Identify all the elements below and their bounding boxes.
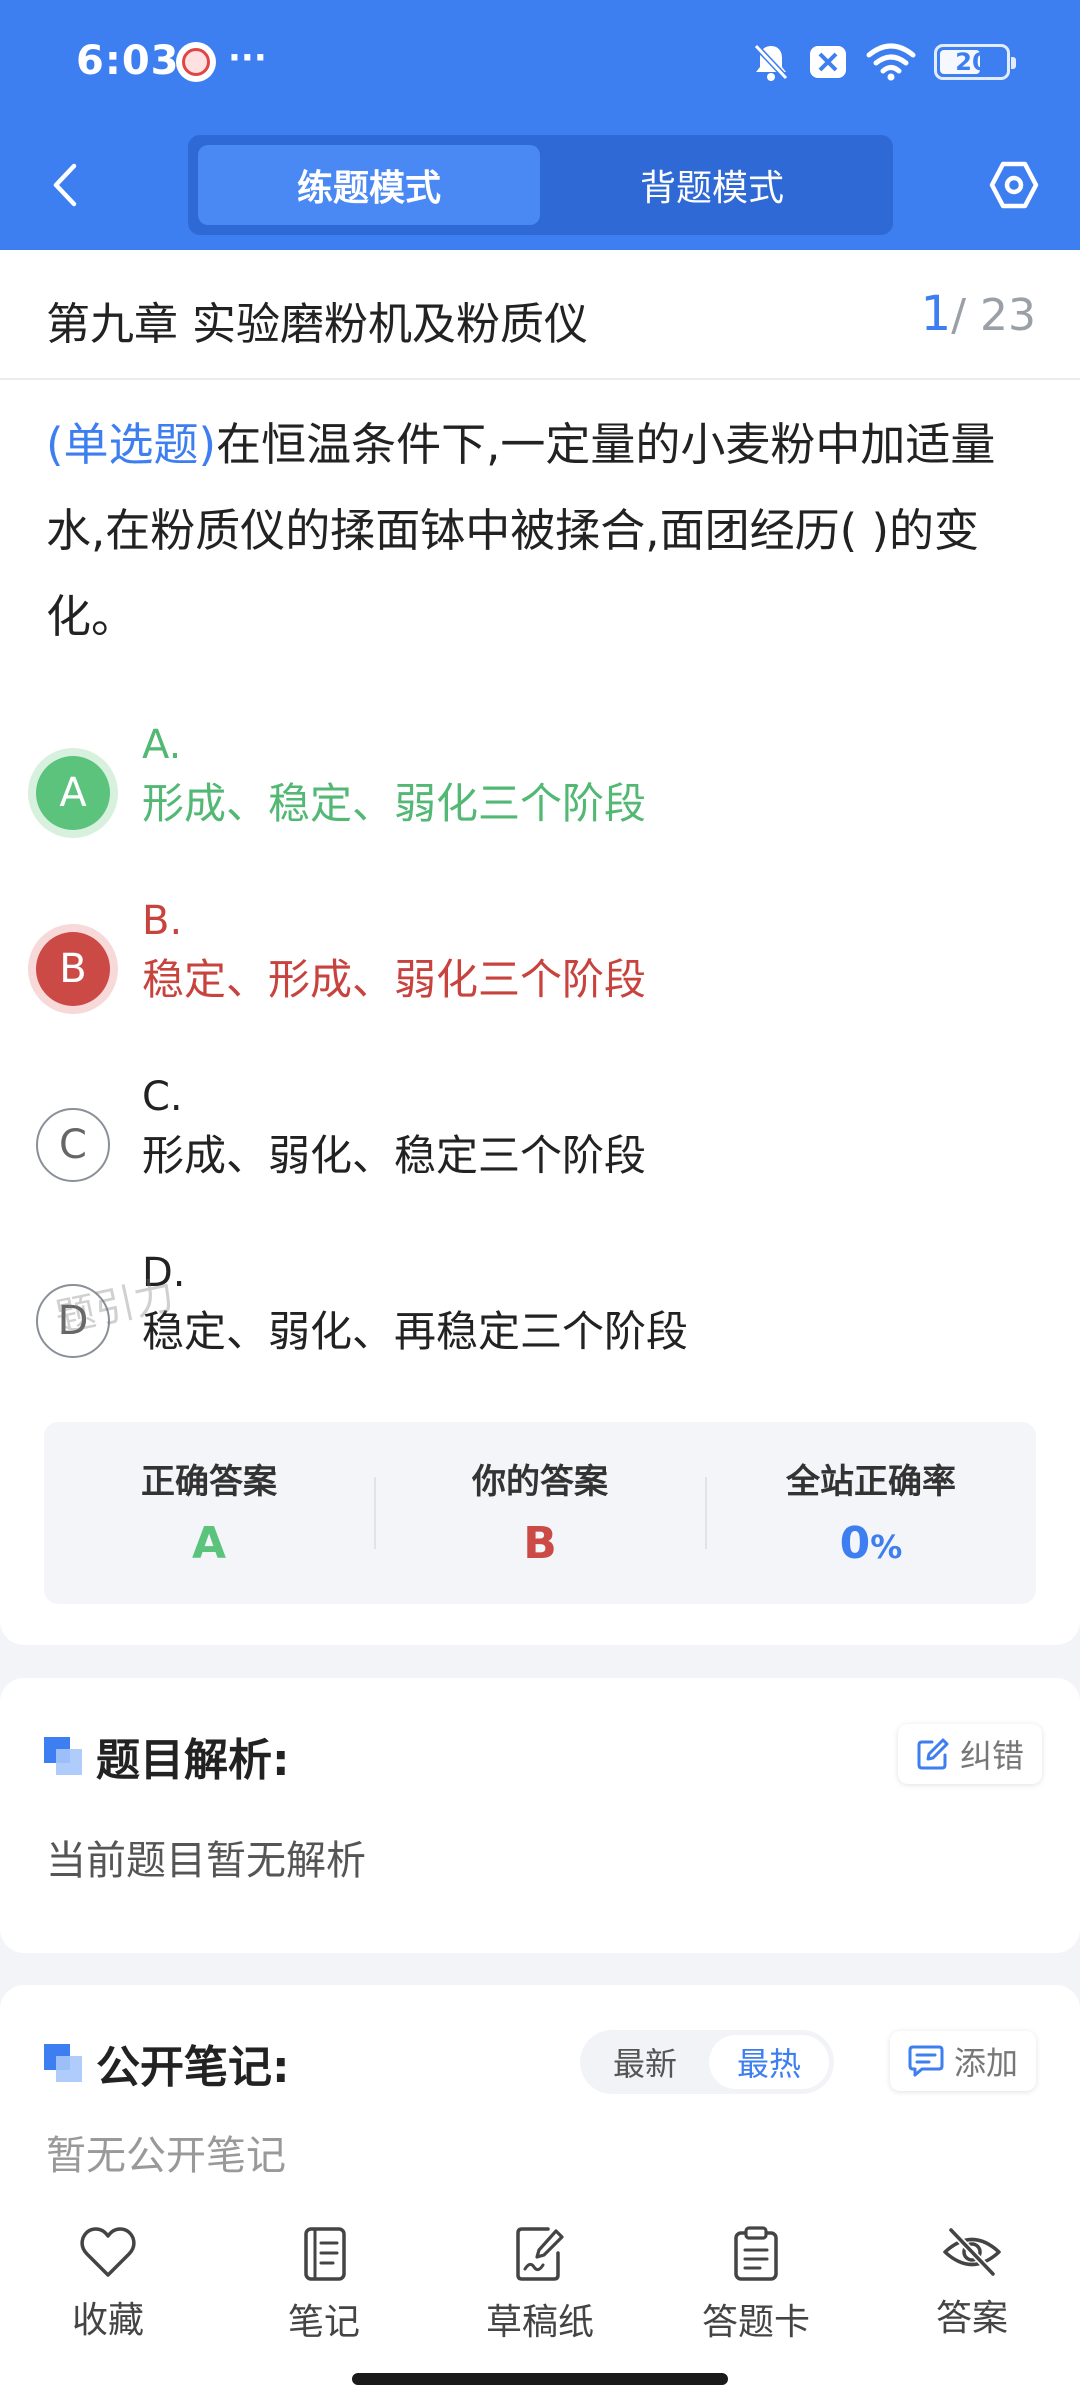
your-answer-column: 你的答案 B <box>375 1422 705 1604</box>
analysis-title: 题目解析: <box>44 1726 290 1786</box>
sim-disabled-icon <box>810 46 846 78</box>
mode-switch: 练题模式 背题模式 <box>188 135 893 235</box>
option-b[interactable]: B B. 稳定、形成、弱化三个阶段 <box>36 892 1036 1022</box>
analysis-body: 当前题目暂无解析 <box>46 1838 366 1884</box>
clipboard-icon <box>734 2226 778 2281</box>
chapter-header: 第九章 实验磨粉机及粉质仪 1/ 23 <box>0 250 1080 380</box>
accuracy-value: 0% <box>706 1518 1036 1569</box>
tab-practice-mode[interactable]: 练题模式 <box>198 145 540 225</box>
your-answer-label: 你的答案 <box>472 1462 608 1502</box>
chapter-title: 第九章 实验磨粉机及粉质仪 <box>46 299 588 350</box>
nav-notes-label: 笔记 <box>287 2302 360 2343</box>
option-d[interactable]: D D. 稳定、弱化、再稳定三个阶段 题引力 <box>36 1244 1036 1374</box>
option-a-letter: A. <box>142 722 182 768</box>
accuracy-column: 全站正确率 0% <box>706 1422 1036 1604</box>
accuracy-unit: % <box>870 1528 903 1566</box>
correct-answer-column: 正确答案 A <box>44 1422 374 1604</box>
status-time: 6:03 <box>76 38 180 84</box>
option-d-badge: D <box>36 1284 110 1358</box>
option-b-badge: B <box>36 932 110 1006</box>
option-c-text: 形成、弱化、稳定三个阶段 <box>142 1131 647 1180</box>
battery-level: 20 <box>955 48 989 76</box>
answer-summary: 正确答案 A 你的答案 B 全站正确率 0% <box>44 1422 1036 1604</box>
notes-title: 公开笔记: <box>44 2033 290 2093</box>
nav-draft-label: 草稿纸 <box>485 2302 594 2343</box>
nav-favorite-label: 收藏 <box>71 2300 144 2341</box>
accuracy-label: 全站正确率 <box>786 1462 956 1502</box>
nav-answer-sheet-label: 答题卡 <box>701 2302 810 2343</box>
question-text: (单选题)在恒温条件下,一定量的小麦粉中加适量水,在粉质仪的揉面钵中被揉合,面团… <box>46 402 1036 660</box>
analysis-card: 题目解析: 纠错 当前题目暂无解析 <box>0 1678 1080 1953</box>
option-a-badge: A <box>36 756 110 830</box>
system-icons: 20 <box>752 40 1016 84</box>
settings-hexagon-icon <box>989 161 1039 209</box>
nav-draft[interactable]: 草稿纸 <box>450 2225 630 2355</box>
option-a[interactable]: A A. 形成、稳定、弱化三个阶段 <box>36 716 1036 846</box>
settings-button[interactable] <box>984 150 1044 220</box>
question-card: 第九章 实验磨粉机及粉质仪 1/ 23 (单选题)在恒温条件下,一定量的小麦粉中… <box>0 250 1080 1645</box>
edit-icon <box>917 1738 949 1770</box>
sort-hottest-button[interactable]: 最热 <box>709 2035 829 2089</box>
add-note-button[interactable]: 添加 <box>890 2031 1037 2091</box>
analysis-title-text: 题目解析: <box>96 1735 290 1786</box>
nav-answer-label: 答案 <box>935 2298 1008 2339</box>
more-notifications-icon: ··· <box>228 38 267 78</box>
sort-newest-button[interactable]: 最新 <box>585 2035 705 2089</box>
nav-favorite[interactable]: 收藏 <box>18 2225 198 2355</box>
wifi-icon <box>866 43 916 81</box>
section-squares-icon <box>44 2044 82 2082</box>
question-total: / 23 <box>951 290 1036 341</box>
option-d-letter: D. <box>142 1250 186 1296</box>
bottom-navigation: 收藏 笔记 草稿纸 答题卡 答案 <box>0 2195 1080 2400</box>
option-b-letter: B. <box>142 898 183 944</box>
nav-answer[interactable]: 答案 <box>882 2225 1062 2355</box>
option-a-text: 形成、稳定、弱化三个阶段 <box>142 779 647 828</box>
battery-icon: 20 <box>934 44 1016 80</box>
nav-notes[interactable]: 笔记 <box>234 2225 414 2355</box>
option-c-badge: C <box>36 1108 110 1182</box>
notes-sort-toggle: 最新 最热 <box>580 2030 834 2094</box>
report-error-label: 纠错 <box>960 1737 1025 1775</box>
app-header: 6:03 ··· 20 练题模式 背题模式 <box>0 0 1080 250</box>
question-index: 1/ 23 <box>921 286 1036 342</box>
add-note-label: 添加 <box>954 2044 1019 2082</box>
section-squares-icon <box>44 1737 82 1775</box>
correct-answer-label: 正确答案 <box>141 1462 277 1502</box>
notebook-icon <box>304 2227 346 2281</box>
option-c-letter: C. <box>142 1074 183 1120</box>
home-indicator[interactable] <box>352 2373 728 2385</box>
your-answer-value: B <box>523 1518 557 1569</box>
question-type: (单选题) <box>46 418 217 471</box>
app-notification-icon <box>176 42 216 82</box>
option-d-text: 稳定、弱化、再稳定三个阶段 <box>142 1307 689 1356</box>
bell-off-icon <box>753 43 789 81</box>
accuracy-number: 0 <box>839 1518 871 1569</box>
heart-icon <box>80 2227 136 2277</box>
comment-icon <box>908 2045 944 2077</box>
chevron-left-icon <box>53 163 77 207</box>
report-error-button[interactable]: 纠错 <box>898 1724 1043 1784</box>
tab-memorize-mode[interactable]: 背题模式 <box>541 145 883 225</box>
eye-off-icon <box>943 2227 1001 2277</box>
option-c[interactable]: C C. 形成、弱化、稳定三个阶段 <box>36 1068 1036 1198</box>
correct-answer-value: A <box>191 1518 227 1569</box>
notes-title-text: 公开笔记: <box>96 2042 290 2093</box>
draft-icon <box>516 2227 564 2281</box>
notes-body: 暂无公开笔记 <box>46 2133 286 2179</box>
status-bar: 6:03 ··· 20 <box>0 0 1080 125</box>
question-current-number: 1 <box>920 286 952 342</box>
back-button[interactable] <box>40 155 90 215</box>
option-b-text: 稳定、形成、弱化三个阶段 <box>142 955 647 1004</box>
nav-answer-sheet[interactable]: 答题卡 <box>666 2225 846 2355</box>
